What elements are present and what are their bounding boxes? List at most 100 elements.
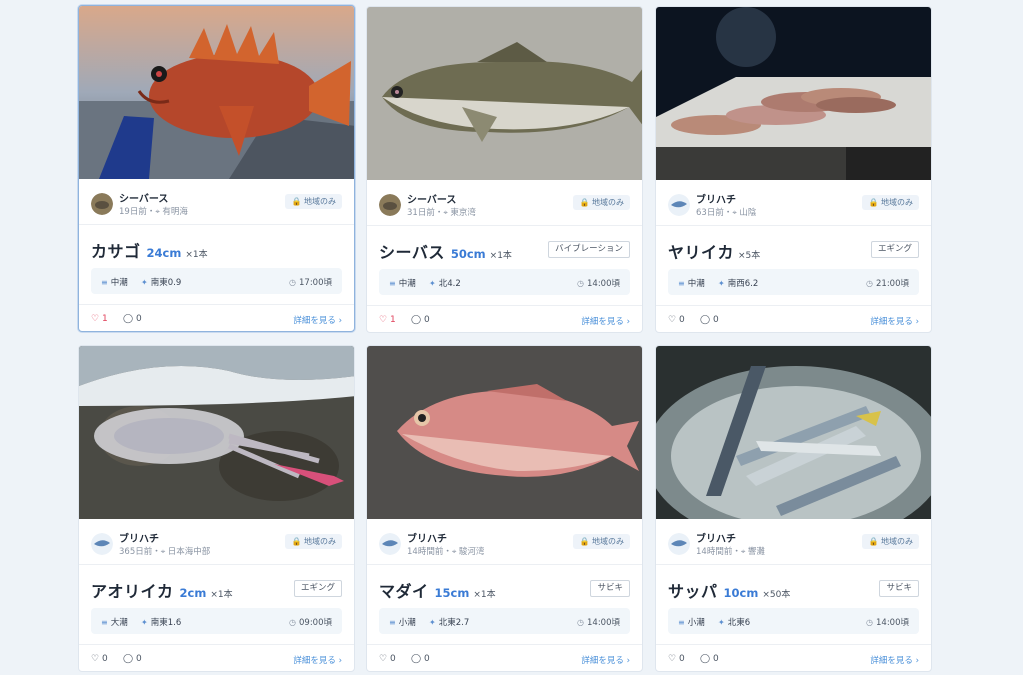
- tide-icon: ≡: [389, 279, 396, 288]
- avatar[interactable]: [91, 533, 113, 555]
- region-only-badge: 🔒 地域のみ: [862, 195, 919, 210]
- tide-icon: ≡: [101, 618, 108, 627]
- catch-card[interactable]: ブリハチ 63日前・⌖ 山陰 🔒 地域のみ ヤリイカ ×5本 エギング ≡ 中潮 ✦…: [655, 6, 932, 333]
- catch-card[interactable]: ブリハチ 14時間前・⌖ 響灘 🔒 地域のみ サッパ 10cm ×50本 サビキ ≡…: [655, 345, 932, 672]
- tide-icon: ≡: [101, 278, 108, 287]
- conditions-bar: ≡ 中潮 ✦ 南東0.9 ◷ 17:00頃: [91, 268, 342, 294]
- view-details-link[interactable]: 詳細を見る ›: [870, 654, 919, 666]
- catch-card[interactable]: シーバース 19日前・⌖ 有明海 🔒 地域のみ カサゴ 24cm ×1本 ≡ 中潮 ✦…: [78, 5, 355, 332]
- conditions-bar: ≡ 小潮 ✦ 北東2.7 ◷ 14:00頃: [379, 608, 630, 634]
- seabream-photo-icon: [367, 346, 642, 519]
- divider: [656, 225, 931, 226]
- catch-size: 10cm: [723, 586, 759, 600]
- view-details-link[interactable]: 詳細を見る ›: [293, 654, 342, 666]
- catch-count: ×1本: [473, 590, 496, 600]
- wind-icon: ✦: [429, 618, 436, 627]
- catch-count: ×5本: [738, 251, 761, 261]
- catch-photo[interactable]: [656, 7, 931, 180]
- like-button[interactable]: ♡ 0: [668, 315, 685, 325]
- avatar[interactable]: [668, 194, 690, 216]
- catch-card[interactable]: シーバース 31日前・⌖ 東京湾 🔒 地域のみ シーバス 50cm ×1本 バイブレ…: [366, 6, 643, 333]
- comment-button[interactable]: ◯ 0: [123, 654, 142, 664]
- catch-title: ヤリイカ ×5本 エギング: [668, 239, 919, 263]
- catch-card[interactable]: ブリハチ 365日前・⌖ 日本海中部 🔒 地域のみ アオリイカ 2cm ×1本 エギ…: [78, 345, 355, 672]
- clock-icon: ◷: [577, 279, 584, 288]
- catch-title: マダイ 15cm ×1本 サビキ: [379, 578, 630, 602]
- clock-icon: ◷: [289, 618, 296, 627]
- heart-icon: ♡: [91, 654, 100, 664]
- view-details-link[interactable]: 詳細を見る ›: [870, 315, 919, 327]
- catch-photo[interactable]: [367, 346, 642, 519]
- divider: [79, 224, 354, 225]
- comment-button[interactable]: ◯ 0: [123, 314, 142, 324]
- catch-photo[interactable]: [79, 6, 354, 179]
- region-only-badge: 🔒 地域のみ: [285, 534, 342, 549]
- species-name: ヤリイカ: [668, 243, 735, 262]
- catch-size: 24cm: [146, 246, 182, 260]
- clock-icon: ◷: [866, 618, 873, 627]
- catch-count: ×50本: [762, 590, 791, 600]
- avatar[interactable]: [379, 194, 401, 216]
- comment-button[interactable]: ◯ 0: [411, 315, 430, 325]
- comment-icon: ◯: [411, 654, 422, 664]
- catch-photo[interactable]: [656, 346, 931, 519]
- like-button[interactable]: ♡ 0: [91, 654, 108, 664]
- location-pin-icon: ⌖: [740, 547, 748, 556]
- conditions-bar: ≡ 小潮 ✦ 北東6 ◷ 14:00頃: [668, 608, 919, 634]
- tide-icon: ≡: [678, 279, 685, 288]
- divider: [367, 225, 642, 226]
- catch-size: 2cm: [179, 586, 207, 600]
- catch-count: ×1本: [210, 590, 233, 600]
- comment-icon: ◯: [123, 314, 134, 324]
- catch-photo[interactable]: [79, 346, 354, 519]
- catch-count: ×1本: [489, 251, 512, 261]
- catch-card[interactable]: ブリハチ 14時間前・⌖ 駿河湾 🔒 地域のみ マダイ 15cm ×1本 サビキ ≡…: [366, 345, 643, 672]
- fishing-method-tag: サビキ: [879, 580, 919, 597]
- clock-icon: ◷: [289, 278, 296, 287]
- avatar[interactable]: [379, 533, 401, 555]
- username[interactable]: ブリハチ: [696, 530, 736, 545]
- view-details-link[interactable]: 詳細を見る ›: [581, 654, 630, 666]
- region-only-badge: 🔒 地域のみ: [285, 194, 342, 209]
- like-button[interactable]: ♡ 1: [91, 314, 108, 324]
- catch-photo[interactable]: [367, 7, 642, 180]
- view-details-link[interactable]: 詳細を見る ›: [293, 314, 342, 326]
- rockfish-photo-icon: [79, 6, 354, 179]
- like-button[interactable]: ♡ 0: [668, 654, 685, 664]
- comment-button[interactable]: ◯ 0: [700, 654, 719, 664]
- avatar[interactable]: [91, 193, 113, 215]
- heart-icon: ♡: [668, 654, 677, 664]
- catch-title: カサゴ 24cm ×1本: [91, 238, 342, 262]
- view-details-link[interactable]: 詳細を見る ›: [581, 315, 630, 327]
- fishing-method-tag: エギング: [870, 241, 919, 258]
- comment-button[interactable]: ◯ 0: [700, 315, 719, 325]
- species-name: アオリイカ: [91, 582, 174, 601]
- location-pin-icon: ⌖: [451, 547, 459, 556]
- catch-title: サッパ 10cm ×50本 サビキ: [668, 578, 919, 602]
- fishing-method-tag: サビキ: [590, 580, 630, 597]
- username[interactable]: シーバース: [119, 190, 168, 205]
- avatar[interactable]: [668, 533, 690, 555]
- region-only-badge: 🔒 地域のみ: [573, 195, 630, 210]
- location-pin-icon: ⌖: [160, 547, 168, 556]
- tide-icon: ≡: [389, 618, 396, 627]
- comment-button[interactable]: ◯ 0: [411, 654, 430, 664]
- seabass-photo-icon: [367, 7, 642, 180]
- heart-icon: ♡: [379, 654, 388, 664]
- username[interactable]: ブリハチ: [119, 530, 159, 545]
- username[interactable]: ブリハチ: [696, 191, 736, 206]
- species-name: カサゴ: [91, 242, 141, 261]
- fishing-method-tag: バイブレーション: [548, 241, 630, 258]
- species-name: シーバス: [379, 243, 445, 262]
- conditions-bar: ≡ 大潮 ✦ 南東1.6 ◷ 09:00頃: [91, 608, 342, 634]
- like-button[interactable]: ♡ 0: [379, 654, 396, 664]
- clock-icon: ◷: [866, 279, 873, 288]
- username[interactable]: ブリハチ: [407, 530, 447, 545]
- species-name: マダイ: [379, 582, 429, 601]
- catch-count: ×1本: [185, 250, 208, 260]
- region-only-badge: 🔒 地域のみ: [573, 534, 630, 549]
- username[interactable]: シーバース: [407, 191, 456, 206]
- comment-icon: ◯: [700, 315, 711, 325]
- post-meta: 365日前・⌖ 日本海中部: [119, 547, 211, 557]
- like-button[interactable]: ♡ 1: [379, 315, 396, 325]
